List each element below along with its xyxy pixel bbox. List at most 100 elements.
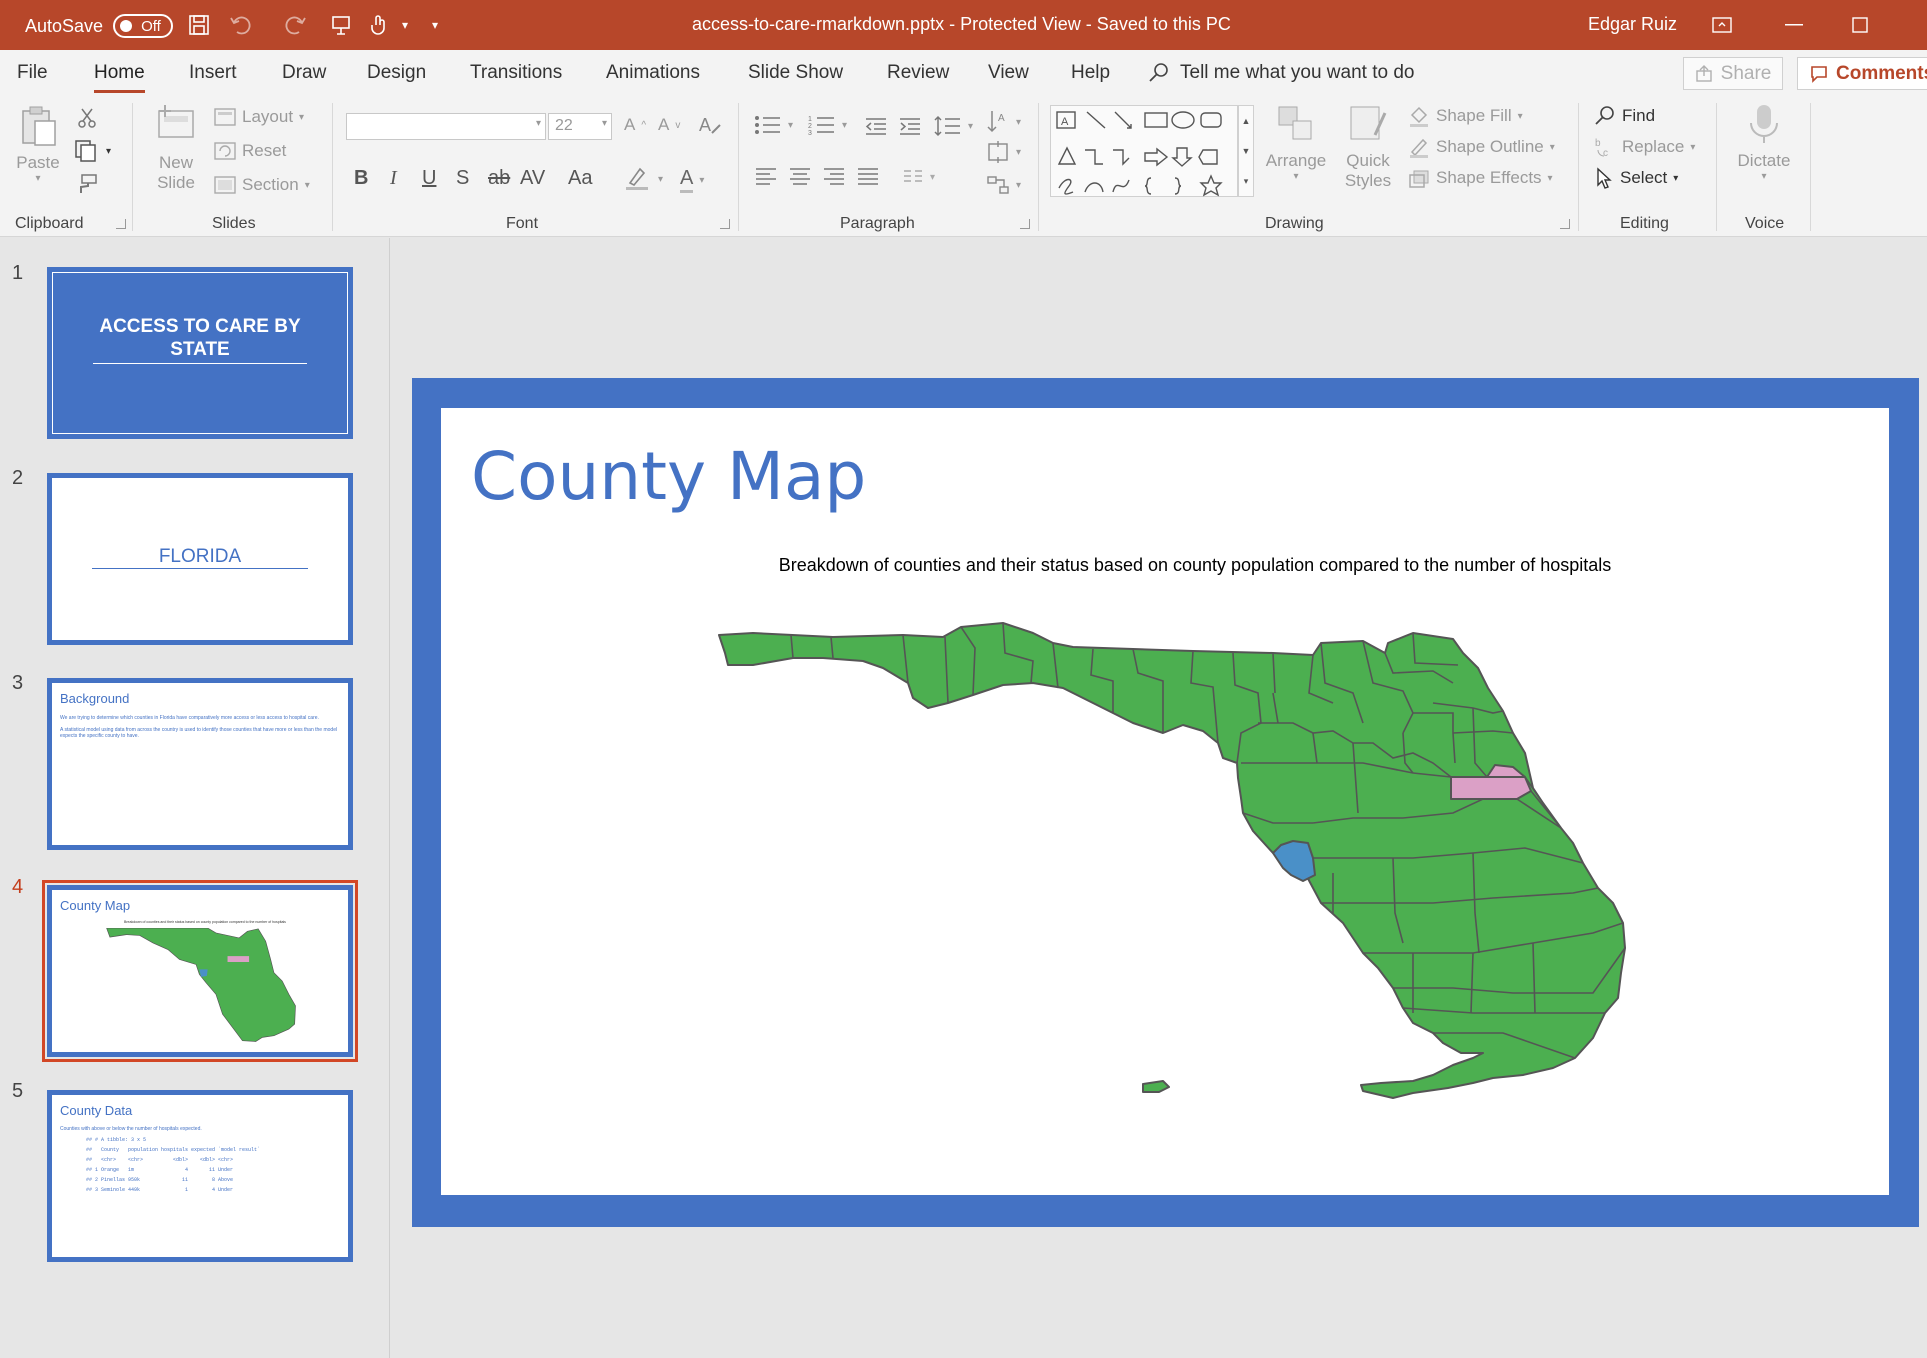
increase-font-icon[interactable]: A ^: [624, 115, 646, 135]
thumbnail-title: Background: [60, 691, 130, 706]
code-line: ## 3 Seminole 449k 1 4 Under: [86, 1187, 234, 1193]
thumbnail-title: County Map: [60, 898, 131, 913]
decrease-font-icon[interactable]: Av: [658, 115, 680, 135]
text-direction-icon[interactable]: A ▾: [986, 109, 1021, 135]
present-icon[interactable]: [328, 12, 354, 38]
shape-fill-button[interactable]: Shape Fill ▾: [1408, 105, 1523, 127]
line-spacing-icon[interactable]: ▾: [934, 115, 973, 137]
replace-button[interactable]: bc Replace ▾: [1594, 136, 1695, 158]
shapes-gallery[interactable]: A: [1050, 105, 1238, 197]
justify-icon[interactable]: [856, 167, 880, 187]
align-right-icon[interactable]: [822, 167, 846, 187]
tab-slide-show[interactable]: Slide Show: [748, 62, 843, 84]
change-case-button[interactable]: Aa: [568, 167, 592, 190]
drawing-group-label: Drawing: [1265, 215, 1324, 232]
customize-qat-icon[interactable]: ▾: [422, 12, 448, 38]
paste-label: Paste: [16, 153, 60, 172]
clipboard-launcher-icon[interactable]: [116, 219, 126, 229]
slide-thumbnail-4[interactable]: County Map Breakdown of counties and the…: [47, 885, 353, 1057]
chevron-down-icon[interactable]: ▾: [392, 12, 418, 38]
county-above: [1272, 840, 1316, 882]
find-button[interactable]: Find: [1594, 105, 1655, 127]
align-left-icon[interactable]: [754, 167, 778, 187]
ribbon-display-icon[interactable]: [1707, 12, 1737, 38]
reset-label: Reset: [242, 141, 287, 160]
format-painter-icon[interactable]: [76, 173, 98, 195]
paragraph-launcher-icon[interactable]: [1020, 219, 1030, 229]
redo-icon[interactable]: [282, 12, 308, 38]
arrange-button[interactable]: Arrange ▾: [1264, 103, 1328, 182]
font-color-button[interactable]: A ▾: [680, 167, 704, 193]
strikethrough-button[interactable]: ab: [488, 167, 510, 190]
shape-effects-button[interactable]: Shape Effects ▾: [1408, 167, 1553, 189]
slide-thumbnail-2[interactable]: FLORIDA: [47, 473, 353, 645]
decrease-indent-icon[interactable]: [864, 117, 888, 135]
layout-button[interactable]: Layout ▾: [214, 107, 304, 127]
paint-bucket-icon: [1410, 106, 1428, 127]
share-button[interactable]: Share: [1683, 57, 1783, 90]
quick-styles-button[interactable]: Quick Styles: [1336, 103, 1400, 191]
font-name-combo[interactable]: ▾: [346, 113, 546, 140]
user-name[interactable]: Edgar Ruiz: [1588, 14, 1677, 35]
autosave-toggle[interactable]: Off: [113, 14, 174, 38]
columns-icon[interactable]: ▾: [902, 167, 935, 187]
cut-icon[interactable]: [76, 107, 98, 129]
toggle-knob: [120, 20, 133, 32]
svg-text:c: c: [1603, 148, 1608, 158]
slide-title[interactable]: County Map: [471, 438, 866, 515]
tab-animations[interactable]: Animations: [606, 62, 700, 84]
font-size-combo[interactable]: 22 ▾: [548, 113, 612, 140]
tab-home[interactable]: Home: [94, 62, 145, 93]
smartart-icon[interactable]: ▾: [986, 175, 1021, 195]
shape-outline-button[interactable]: Shape Outline ▾: [1408, 136, 1555, 158]
slide-thumbnail-3[interactable]: Background We are trying to determine wh…: [47, 678, 353, 850]
dictate-button[interactable]: Dictate ▾: [1732, 103, 1796, 182]
font-launcher-icon[interactable]: [720, 219, 730, 229]
tab-view[interactable]: View: [988, 62, 1029, 84]
slide-thumbnail-5[interactable]: County Data Counties with above or below…: [47, 1090, 353, 1262]
paste-button[interactable]: Paste ▾: [14, 105, 62, 184]
shadow-button[interactable]: S: [456, 167, 469, 190]
align-text-icon[interactable]: ▾: [986, 141, 1021, 163]
tab-review[interactable]: Review: [887, 62, 949, 84]
shapes-scroll[interactable]: ▲ ▼ ▾: [1238, 105, 1254, 197]
save-icon[interactable]: [186, 12, 212, 38]
minimize-icon[interactable]: [1779, 12, 1809, 38]
voice-group-label: Voice: [1745, 215, 1785, 232]
new-slide-button[interactable]: New Slide: [148, 105, 204, 193]
clear-formatting-icon[interactable]: A: [698, 113, 724, 137]
tab-design[interactable]: Design: [367, 62, 426, 84]
reset-button[interactable]: Reset: [214, 141, 286, 161]
italic-button[interactable]: I: [390, 167, 397, 190]
tab-draw[interactable]: Draw: [282, 62, 326, 84]
slide-subtitle[interactable]: Breakdown of counties and their status b…: [441, 555, 1889, 576]
touch-mode-icon[interactable]: [366, 12, 392, 38]
tab-help[interactable]: Help: [1071, 62, 1110, 84]
comments-button[interactable]: Comments: [1797, 57, 1927, 90]
numbering-icon[interactable]: 1 2 3 ▾: [808, 115, 847, 135]
highlight-icon[interactable]: ▾: [624, 165, 663, 193]
underline-button[interactable]: U: [422, 167, 436, 190]
bold-button[interactable]: B: [354, 167, 368, 190]
drawing-launcher-icon[interactable]: [1560, 219, 1570, 229]
character-spacing-button[interactable]: AV: [520, 167, 545, 190]
undo-icon[interactable]: [228, 12, 254, 38]
code-line: ## 1 Orange 1m 4 11 Under: [86, 1167, 234, 1173]
tab-insert[interactable]: Insert: [189, 62, 237, 84]
section-button[interactable]: Section ▾: [214, 175, 310, 195]
align-center-icon[interactable]: [788, 167, 812, 187]
slide-canvas[interactable]: County Map Breakdown of counties and the…: [441, 408, 1889, 1195]
tab-file[interactable]: File: [17, 62, 48, 84]
select-button[interactable]: Select ▾: [1594, 167, 1678, 189]
slide-thumbnail-1[interactable]: ACCESS TO CARE BY STATE: [47, 267, 353, 439]
increase-indent-icon[interactable]: [898, 117, 922, 135]
thumbnail-canvas: Background We are trying to determine wh…: [52, 683, 348, 845]
tab-transitions[interactable]: Transitions: [470, 62, 562, 84]
tell-me-box[interactable]: Tell me what you want to do: [1148, 62, 1414, 84]
copy-icon[interactable]: ▾: [74, 139, 111, 163]
thumbnail-text-1: We are trying to determine which countie…: [60, 715, 319, 721]
bullets-icon[interactable]: ▾: [754, 115, 793, 135]
tell-me-text: Tell me what you want to do: [1180, 62, 1415, 83]
florida-county-map[interactable]: [713, 613, 1653, 1103]
maximize-icon[interactable]: [1845, 12, 1875, 38]
